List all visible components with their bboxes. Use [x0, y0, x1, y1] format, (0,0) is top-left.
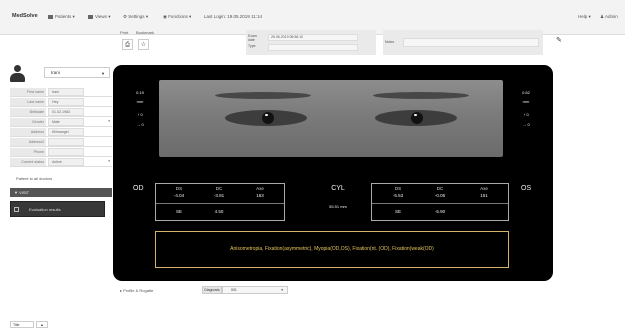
nav-functions[interactable]: ◉ Functions ▾: [163, 14, 191, 20]
last-name-input[interactable]: Hey: [48, 98, 84, 106]
right-top-value: 0.82: [522, 90, 530, 95]
chevron-down-icon[interactable]: ▾: [108, 159, 110, 163]
nav-admin[interactable]: ♟ Admin: [600, 14, 618, 20]
diagnosis-select[interactable]: 001 ▾: [222, 286, 288, 294]
status-select[interactable]: Active: [48, 158, 84, 166]
od-se-value: 4.50: [214, 209, 224, 214]
bookmark-label: Bookmark: [136, 30, 155, 35]
field-gender: Gender Male ▾: [10, 118, 112, 127]
people-icon: [48, 14, 53, 19]
address2-input[interactable]: [48, 138, 84, 146]
od-measurement-table: DS DC Axe -4.04 -3.81 163 SE 4.50: [155, 183, 285, 221]
od-ds-value: -4.04: [173, 193, 185, 198]
bookmark-button[interactable]: ☆: [138, 39, 149, 50]
address-input[interactable]: Kilimangel: [48, 128, 84, 136]
last-login-text: Last Login: 19.05.2019 11:14: [204, 14, 262, 19]
notes-field[interactable]: [403, 38, 539, 47]
right-arrow-right: → 0: [522, 122, 530, 127]
nav-views[interactable]: Views ▾: [88, 14, 110, 20]
right-unit: mm: [522, 99, 530, 104]
pencil-icon[interactable]: ✎: [556, 36, 562, 44]
diagnosis-segment[interactable]: Diagnosis: [202, 286, 222, 294]
os-se-value: -5.90: [434, 209, 446, 214]
os-axe-value: 151: [480, 193, 488, 198]
notes-box: Notes: [383, 30, 543, 55]
os-se-label: SE: [394, 209, 401, 214]
footer-controls: Title ▲: [10, 321, 50, 328]
measurement-panel: 0.19 mm ↑ 0 → 0 0.82 mm ↑ 0 → 0 OD OS DS…: [113, 65, 553, 281]
chevron-down-icon: ▼: [101, 71, 105, 76]
field-address: Address Kilimangel: [10, 128, 112, 137]
visit-item[interactable]: Evaluation results: [10, 201, 105, 217]
nav-settings[interactable]: ⚙ Settings ▾: [123, 14, 148, 20]
grid-icon: [88, 14, 93, 19]
first-name-input[interactable]: Irani: [48, 88, 84, 96]
gender-select[interactable]: Male: [48, 118, 84, 126]
os-dc-value: -0.05: [434, 193, 446, 198]
diagnosis-box: Anisometropia, Fixation(asymmetric), Myo…: [155, 231, 509, 268]
os-ds-value: -5.53: [392, 193, 404, 198]
add-doctors-link[interactable]: Patient to all doctors: [16, 176, 52, 181]
os-label: OS: [521, 185, 532, 192]
od-dc-value: -3.81: [213, 193, 225, 198]
field-first-name: First name Irani: [10, 88, 112, 97]
star-icon: ☆: [140, 42, 147, 48]
visit-tab[interactable]: ▼ VISIT: [10, 188, 112, 197]
exam-meta-box: Exam date 26.06.2019 08:56:10 Type: [246, 30, 376, 55]
notes-label: Notes: [385, 40, 395, 44]
left-arrow-right: → 0: [136, 122, 144, 127]
field-phone: Phone: [10, 148, 112, 157]
checkbox-icon[interactable]: [14, 207, 19, 212]
right-arrow-up: ↑ 0: [523, 112, 529, 117]
od-label: OD: [133, 185, 144, 192]
nav-patients[interactable]: Patients ▾: [48, 14, 75, 20]
cyl-value: 55.51 mm: [329, 204, 347, 209]
type-field[interactable]: [268, 44, 358, 51]
patient-sidebar: Irani ▼ First name Irani Last name Hey B…: [0, 35, 112, 331]
print-button[interactable]: ⎙: [122, 39, 133, 50]
field-birthdate: Birthdate 01.02.1983: [10, 108, 112, 117]
left-top-value: 0.19: [136, 90, 144, 95]
print-icon: ⎙: [125, 42, 130, 48]
exam-date-field[interactable]: 26.06.2019 08:56:10: [268, 34, 358, 41]
profile-label[interactable]: ▸ Profile & Rogatte: [120, 288, 153, 293]
patient-select[interactable]: Irani ▼: [44, 67, 110, 78]
cyl-label: CYL: [331, 185, 345, 192]
birthdate-input[interactable]: 01.02.1983: [48, 108, 84, 116]
app-logo[interactable]: MedSolve: [12, 13, 38, 19]
exam-date-label: Exam date: [248, 34, 257, 42]
chevron-down-icon: ▾: [281, 288, 283, 292]
type-label: Type: [248, 44, 256, 48]
avatar-icon: [10, 65, 25, 83]
field-current-status: Current status Active ▾: [10, 158, 112, 167]
eye-photo: [159, 80, 503, 157]
os-measurement-table: DS DC Axe -5.53 -0.05 151 SE -5.90: [371, 183, 509, 221]
od-axe-value: 163: [256, 193, 264, 198]
top-navigation-bar: MedSolve Patients ▾ Views ▾ ⚙ Settings ▾…: [0, 0, 625, 34]
left-unit: mm: [136, 99, 144, 104]
nav-help[interactable]: Help ▾: [578, 14, 591, 20]
left-arrow-up: ↑ 0: [137, 112, 143, 117]
field-last-name: Last name Hey: [10, 98, 112, 107]
footer-button[interactable]: ▲: [36, 321, 48, 328]
print-label: Print: [120, 30, 129, 35]
chevron-down-icon[interactable]: ▾: [108, 119, 110, 123]
footer-select[interactable]: Title: [10, 321, 34, 328]
od-se-label: SE: [175, 209, 182, 214]
phone-input[interactable]: [48, 148, 84, 156]
diagnosis-text: Anisometropia, Fixation(asymmetric), Myo…: [230, 246, 434, 252]
field-address2: Address2: [10, 138, 112, 147]
